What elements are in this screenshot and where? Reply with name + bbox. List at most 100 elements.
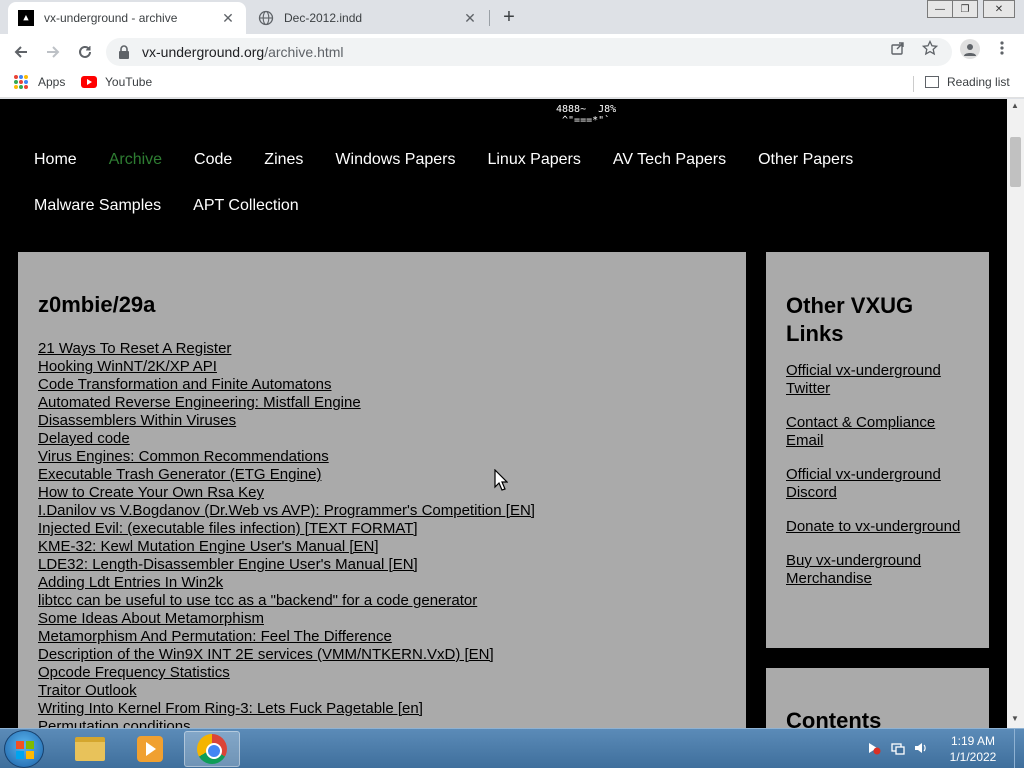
close-icon[interactable]: ✕ — [220, 10, 236, 26]
browser-toolbar: vx-underground.org/archive.html — [0, 34, 1024, 70]
bookmark-label: YouTube — [105, 75, 153, 89]
lock-icon[interactable] — [118, 45, 132, 59]
paper-link[interactable]: libtcc can be useful to use tcc as a "ba… — [38, 592, 535, 610]
ascii-art-logo: 4888~ J8% ^"===*"` — [556, 104, 617, 126]
forward-button[interactable] — [40, 39, 66, 65]
nav-link-zines[interactable]: Zines — [264, 151, 303, 197]
clock-time: 1:19 AM — [950, 734, 996, 748]
windows-logo-icon — [16, 741, 34, 759]
scroll-down-icon[interactable]: ▼ — [1011, 714, 1019, 723]
vx-underground-icon: ▲ — [18, 10, 34, 26]
paper-link[interactable]: Adding Ldt Entries In Win2k — [38, 574, 535, 592]
folder-icon — [75, 737, 105, 761]
network-icon[interactable] — [891, 741, 905, 755]
mouse-cursor-icon — [494, 469, 508, 491]
share-icon[interactable] — [890, 40, 906, 56]
sidebar-link-official-vx-underground-twitter[interactable]: Official vx-underground Twitter — [786, 362, 969, 398]
minimize-button[interactable]: — — [927, 0, 953, 18]
taskbar-file-explorer[interactable] — [62, 731, 118, 767]
tab-separator — [489, 10, 490, 26]
sidebar-panel: Other VXUG Links Official vx-underground… — [766, 252, 989, 648]
nav-link-apt-collection[interactable]: APT Collection — [193, 197, 299, 243]
nav-link-av-tech-papers[interactable]: AV Tech Papers — [613, 151, 726, 197]
page-scrollbar[interactable]: ▲ ▼ — [1007, 99, 1024, 728]
site-nav: Home Archive Code Zines Windows Papers Linux … — [34, 151, 994, 243]
nav-link-code[interactable]: Code — [194, 151, 232, 197]
paper-link[interactable]: Delayed code — [38, 430, 535, 448]
taskbar-media-player[interactable] — [122, 731, 178, 767]
forward-arrow-icon — [47, 46, 60, 58]
paper-link[interactable]: Description of the Win9X INT 2E services… — [38, 646, 535, 664]
window-close-button[interactable]: ✕ — [983, 0, 1015, 18]
back-button[interactable] — [8, 39, 34, 65]
profile-icon[interactable] — [960, 39, 980, 59]
paper-link[interactable]: Executable Trash Generator (ETG Engine) — [38, 466, 535, 484]
bookmark-youtube[interactable]: YouTube — [81, 75, 152, 89]
paper-link[interactable]: I.Danilov vs V.Bogdanov (Dr.Web vs AVP):… — [38, 502, 535, 520]
paper-link[interactable]: Disassemblers Within Viruses — [38, 412, 535, 430]
sidebar-link-contact-compliance-email[interactable]: Contact & Compliance Email — [786, 414, 969, 450]
url-path: /archive.html — [264, 44, 344, 60]
taskbar-chrome[interactable] — [184, 731, 240, 767]
scrollbar-thumb[interactable] — [1010, 137, 1021, 187]
reading-list-icon — [925, 76, 939, 88]
start-button[interactable] — [4, 730, 44, 768]
sidebar-link-buy-vx-underground-merchandise[interactable]: Buy vx-underground Merchandise — [786, 552, 969, 588]
menu-kebab-icon[interactable] — [994, 40, 1010, 56]
paper-link[interactable]: LDE32: Length-Disassembler Engine User's… — [38, 556, 535, 574]
nav-link-linux-papers[interactable]: Linux Papers — [487, 151, 580, 197]
back-arrow-icon — [14, 46, 27, 58]
bookmark-star-icon[interactable] — [922, 40, 938, 56]
paper-link[interactable]: Code Transformation and Finite Automaton… — [38, 376, 535, 394]
reading-list-label: Reading list — [947, 75, 1010, 89]
restore-button[interactable]: ❐ — [952, 0, 978, 18]
bookmark-apps[interactable]: Apps — [14, 75, 65, 89]
action-center-icon[interactable] — [867, 741, 881, 755]
reading-list-button[interactable]: Reading list — [925, 75, 1010, 89]
paper-link[interactable]: Opcode Frequency Statistics — [38, 664, 535, 682]
new-tab-button[interactable]: + — [497, 5, 521, 29]
paper-link[interactable]: Injected Evil: (executable files infecti… — [38, 520, 535, 538]
nav-link-home[interactable]: Home — [34, 151, 77, 197]
nav-link-archive[interactable]: Archive — [109, 151, 162, 197]
sidebar-link-official-vx-underground-discord[interactable]: Official vx-underground Discord — [786, 466, 969, 502]
paper-link[interactable]: Traitor Outlook — [38, 682, 535, 700]
nav-row: Malware Samples APT Collection — [34, 197, 994, 243]
section-heading: z0mbie/29a — [38, 292, 156, 317]
tab-vx-underground[interactable]: ▲ vx-underground - archive ✕ — [8, 2, 246, 34]
nav-link-malware-samples[interactable]: Malware Samples — [34, 197, 161, 243]
paper-link[interactable]: Automated Reverse Engineering: Mistfall … — [38, 394, 535, 412]
paper-link[interactable]: How to Create Your Own Rsa Key — [38, 484, 535, 502]
media-player-icon — [137, 736, 163, 762]
paper-link[interactable]: Some Ideas About Metamorphism — [38, 610, 535, 628]
bookmark-label: Apps — [38, 75, 66, 89]
show-desktop-button[interactable] — [1014, 729, 1024, 768]
nav-link-other-papers[interactable]: Other Papers — [758, 151, 853, 197]
address-bar[interactable]: vx-underground.org/archive.html — [106, 38, 952, 66]
tab-dec-2012[interactable]: Dec-2012.indd ✕ — [248, 2, 488, 34]
contents-panel: Contents — [766, 668, 989, 728]
youtube-icon — [81, 76, 97, 88]
paper-link[interactable]: KME-32: Kewl Mutation Engine User's Manu… — [38, 538, 535, 556]
scroll-up-icon[interactable]: ▲ — [1011, 101, 1019, 110]
paper-link[interactable]: Metamorphism And Permutation: Feel The D… — [38, 628, 535, 646]
sidebar-link-donate-to-vx-underground[interactable]: Donate to vx-underground — [786, 518, 969, 536]
paper-link-list: 21 Ways To Reset A Register Hooking WinNT… — [38, 340, 535, 728]
tab-strip: ▲ vx-underground - archive ✕ Dec-2012.in… — [0, 0, 1024, 34]
paper-link[interactable]: 21 Ways To Reset A Register — [38, 340, 535, 358]
close-icon[interactable]: ✕ — [462, 10, 478, 26]
paper-link[interactable]: Writing Into Kernel From Ring-3: Lets Fu… — [38, 700, 535, 718]
contents-heading: Contents — [786, 708, 882, 728]
sidebar-link-list: Official vx-underground Twitter Contact &… — [786, 362, 969, 588]
paper-link[interactable]: Hooking WinNT/2K/XP API — [38, 358, 535, 376]
volume-icon[interactable] — [914, 741, 928, 755]
nav-link-windows-papers[interactable]: Windows Papers — [335, 151, 455, 197]
paper-link[interactable]: Virus Engines: Common Recommendations — [38, 448, 535, 466]
sidebar-heading: Other VXUG Links — [786, 293, 914, 346]
paper-link[interactable]: Permutation conditions — [38, 718, 535, 728]
reload-button[interactable] — [72, 39, 98, 65]
tab-title: vx-underground - archive — [44, 11, 178, 25]
main-content-panel: z0mbie/29a 21 Ways To Reset A Register Ho… — [18, 252, 746, 728]
system-clock[interactable]: 1:19 AM 1/1/2022 — [936, 733, 1010, 765]
nav-row: Home Archive Code Zines Windows Papers Linux … — [34, 151, 994, 197]
